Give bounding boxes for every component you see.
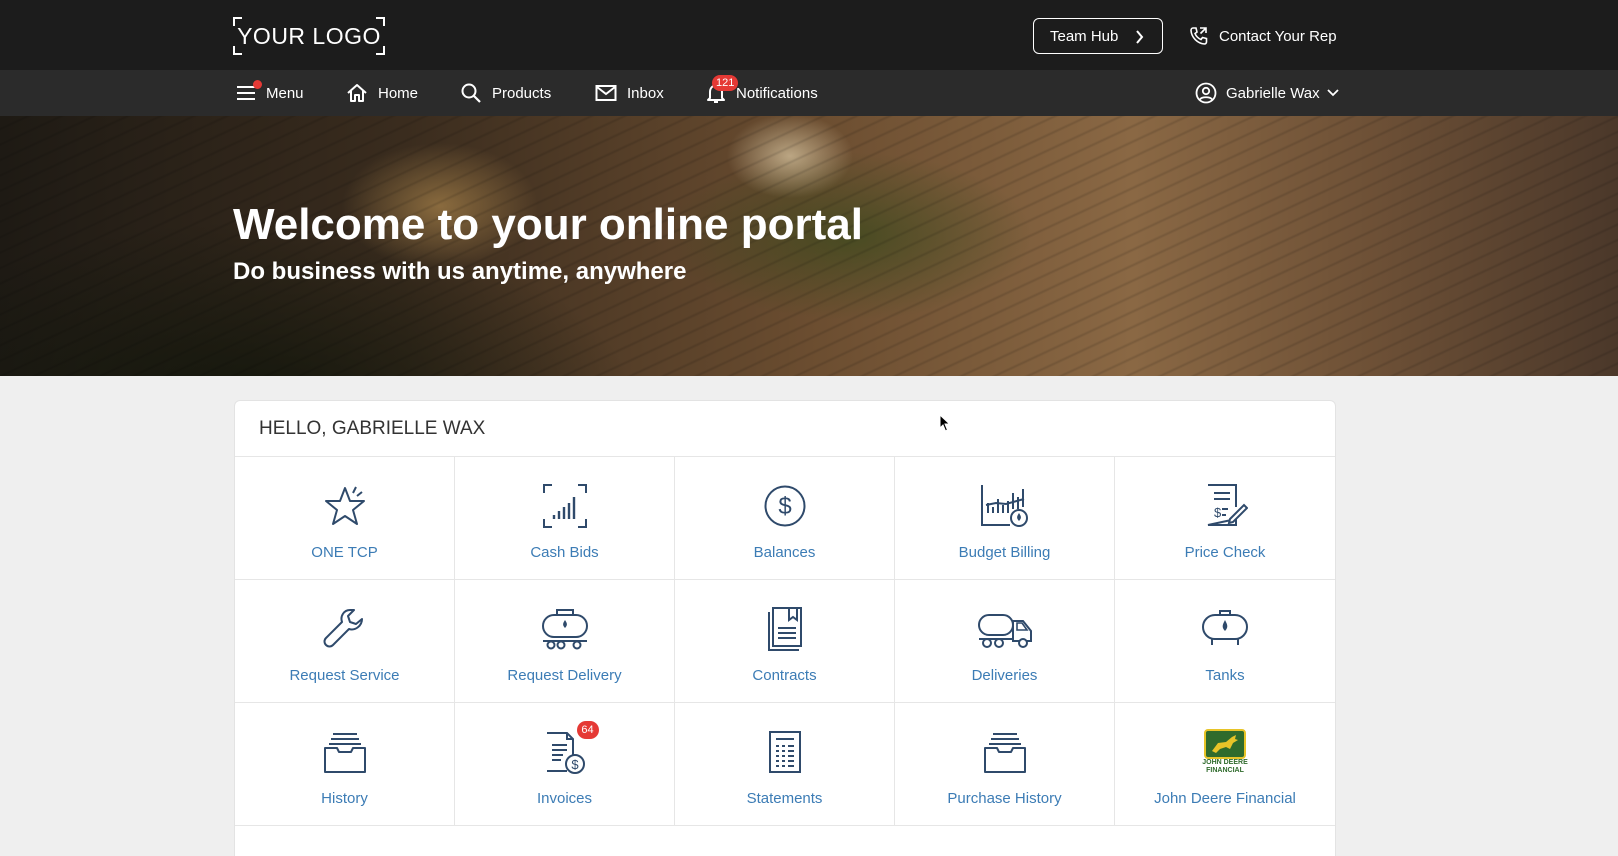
tile-label: Tanks (1205, 667, 1245, 684)
contact-rep-label: Contact Your Rep (1219, 27, 1337, 45)
tile-label: Purchase History (947, 790, 1062, 807)
svg-text:$: $ (778, 493, 791, 520)
price-check-icon: $ (1207, 484, 1248, 526)
statement-icon (768, 731, 801, 773)
tile-label: Statements (746, 790, 823, 807)
dollar-circle-icon: $ (764, 485, 805, 527)
nav-home[interactable]: Home (346, 70, 418, 116)
nav-bar: Menu Home Products Inbox 121 Notificatio… (0, 70, 1618, 116)
tile-statements[interactable]: Statements (675, 703, 895, 826)
tile-tanks[interactable]: Tanks (1115, 580, 1335, 703)
hero-banner: Welcome to your online portal Do busines… (0, 116, 1618, 376)
tile-john-deere-financial[interactable]: JOHN DEERE FINANCIAL John Deere Financial (1115, 703, 1335, 826)
tank-icon (1202, 610, 1248, 645)
tile-label: John Deere Financial (1154, 790, 1296, 807)
tile-invoices[interactable]: $ 64 Invoices (455, 703, 675, 826)
tile-history[interactable]: History (235, 703, 455, 826)
tile-one-tcp[interactable]: ONE TCP (235, 457, 455, 580)
nav-menu-label: Menu (266, 84, 304, 102)
greeting: HELLO, GABRIELLE WAX (235, 401, 1335, 457)
john-deere-wordmark: JOHN DEERE FINANCIAL (1202, 759, 1248, 774)
tile-contracts[interactable]: Contracts (675, 580, 895, 703)
nav-notifications[interactable]: 121 Notifications (706, 70, 818, 116)
tile-cash-bids[interactable]: Cash Bids (455, 457, 675, 580)
home-icon (347, 84, 367, 102)
team-hub-label: Team Hub (1050, 27, 1119, 45)
chevron-right-icon (1136, 30, 1144, 44)
nav-notifications-label: Notifications (736, 84, 818, 102)
chevron-down-icon (1327, 89, 1339, 97)
nav-inbox[interactable]: Inbox (595, 70, 664, 116)
invoices-badge: 64 (576, 721, 599, 739)
nav-inbox-label: Inbox (627, 84, 664, 102)
tile-label: Invoices (536, 790, 593, 807)
menu-alert-dot (253, 80, 262, 89)
notifications-badge: 121 (712, 75, 739, 91)
deer-icon (1211, 735, 1238, 753)
svg-text:$: $ (571, 757, 579, 772)
tile-request-delivery[interactable]: Request Delivery (455, 580, 675, 703)
budget-billing-icon (980, 485, 1028, 527)
tile-label: Price Check (1184, 544, 1266, 561)
phone-icon (1190, 27, 1208, 45)
wrench-icon (323, 609, 363, 648)
truck-icon (977, 614, 1032, 648)
logo-text: YOUR LOGO (237, 23, 381, 49)
tile-label: Balances (753, 544, 816, 561)
tile-label: Cash Bids (530, 544, 599, 561)
tile-request-service[interactable]: Request Service (235, 580, 455, 703)
search-icon (461, 83, 481, 103)
contact-rep-link[interactable]: Contact Your Rep (1189, 22, 1337, 50)
file-box-icon (323, 733, 366, 773)
john-deere-logo (1203, 729, 1246, 759)
tile-budget-billing[interactable]: Budget Billing (895, 457, 1115, 580)
top-bar: YOUR LOGO Team Hub Contact Your Rep (0, 0, 1618, 70)
bar-chart-icon (542, 484, 587, 528)
mouse-cursor-icon (939, 414, 951, 432)
tile-balances[interactable]: $ Balances (675, 457, 895, 580)
file-box-icon (983, 733, 1026, 773)
user-avatar-icon (1195, 82, 1217, 104)
mail-icon (595, 85, 617, 101)
star-icon (324, 486, 365, 525)
nav-products-label: Products (492, 84, 552, 102)
user-menu[interactable]: Gabrielle Wax (1195, 70, 1339, 116)
tile-deliveries[interactable]: Deliveries (895, 580, 1115, 703)
document-icon (767, 607, 802, 651)
tank-trailer-icon (541, 609, 588, 650)
tile-label: Request Delivery (507, 667, 622, 684)
hero-subtitle: Do business with us anytime, anywhere (233, 258, 687, 285)
nav-menu[interactable]: Menu (236, 70, 304, 116)
user-name: Gabrielle Wax (1226, 84, 1320, 102)
tile-label: Contracts (752, 667, 817, 684)
quick-links-grid: ONE TCP Cash Bids $ Balances Budget Bill… (235, 457, 1335, 826)
tile-price-check[interactable]: $ Price Check (1115, 457, 1335, 580)
team-hub-button[interactable]: Team Hub (1033, 18, 1163, 54)
tile-purchase-history[interactable]: Purchase History (895, 703, 1115, 826)
nav-products[interactable]: Products (460, 70, 551, 116)
hero-title: Welcome to your online portal (233, 200, 863, 249)
svg-text:$: $ (1214, 505, 1222, 520)
logo[interactable]: YOUR LOGO (233, 17, 385, 55)
nav-home-label: Home (378, 84, 419, 102)
tile-label: ONE TCP (311, 544, 378, 561)
tile-label: Deliveries (971, 667, 1038, 684)
tile-label: Request Service (289, 667, 400, 684)
tile-label: History (321, 790, 368, 807)
tile-label: Budget Billing (958, 544, 1051, 561)
dashboard-card: HELLO, GABRIELLE WAX ONE TCP Cash Bids $… (234, 400, 1336, 856)
